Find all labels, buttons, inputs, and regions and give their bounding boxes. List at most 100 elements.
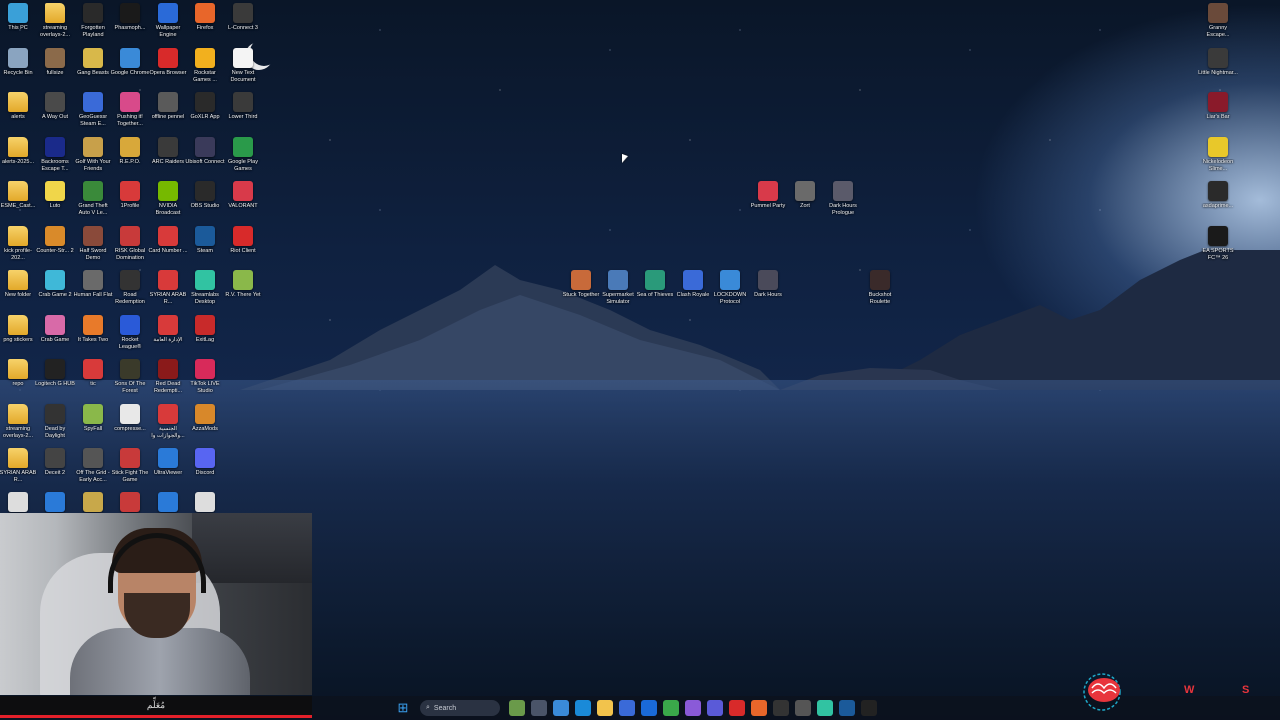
desktop-icon[interactable]: TikTok LIVE Studio <box>187 359 223 395</box>
chrome-icon[interactable] <box>663 700 679 716</box>
desktop-icon[interactable]: Red Dead Redempti... <box>150 359 186 395</box>
desktop-icon[interactable]: alerts <box>0 92 36 121</box>
desktop-icon[interactable] <box>37 492 73 512</box>
desktop-icon[interactable]: Liar's Bar <box>1200 92 1236 121</box>
firefox-icon[interactable] <box>751 700 767 716</box>
desktop-icon[interactable]: Human Fall Flat <box>74 270 112 299</box>
desktop-icon[interactable]: Steam <box>187 225 223 255</box>
desktop-icon[interactable]: Grand Theft Auto V Le... <box>75 181 111 217</box>
desktop-icon[interactable]: Google Play Games <box>225 136 261 173</box>
desktop-icon[interactable]: NVIDIA Broadcast <box>150 181 186 217</box>
kick-icon[interactable] <box>861 700 877 716</box>
desktop-icon[interactable]: Lower Third <box>225 92 261 121</box>
desktop-icon[interactable]: Discord <box>187 448 223 477</box>
desktop-icon[interactable]: offline pennel <box>150 92 186 121</box>
desktop-icon[interactable]: Recycle Bin <box>0 47 36 77</box>
desktop-icon[interactable]: This PC <box>0 3 36 32</box>
desktop-icon[interactable]: compresse... <box>112 403 148 433</box>
desktop-icon[interactable]: Stuck Together <box>563 270 599 299</box>
desktop-icon[interactable]: Deceit 2 <box>37 448 73 477</box>
desktop-icon[interactable]: Crab Game <box>37 314 73 344</box>
desktop-icon[interactable]: Forgotten Playland <box>75 3 111 39</box>
desktop-icon[interactable]: Sea of Thieves <box>637 270 673 299</box>
outlook-icon[interactable] <box>641 700 657 716</box>
desktop-icon[interactable]: repo <box>0 359 36 388</box>
desktop-icon[interactable]: Dark Hours <box>750 270 786 299</box>
desktop-icon[interactable]: 1Profile <box>112 181 148 210</box>
desktop-icon[interactable]: It Takes Two <box>75 314 111 344</box>
desktop-icon[interactable]: L-Connect 3 <box>225 3 261 32</box>
desktop-icon[interactable]: alerts-2025... <box>0 136 36 166</box>
desktop-icon[interactable]: Off The Grid - Early Acc... <box>75 448 111 484</box>
desktop-icon[interactable]: Buckshot Roulette <box>862 270 898 306</box>
desktop-icon[interactable]: Luto <box>37 181 73 210</box>
desktop-icon[interactable]: streaming overlays-2... <box>0 403 36 440</box>
desktop-icon[interactable]: Logitech G HUB <box>35 359 75 388</box>
task-view-icon[interactable] <box>531 700 547 716</box>
desktop-icon[interactable]: Granny Escape... <box>1200 3 1236 39</box>
desktop-icon[interactable]: Backrooms Escape T... <box>37 136 73 173</box>
desktop-icon[interactable] <box>112 492 148 512</box>
desktop-icon[interactable]: Supermarket Simulator <box>600 270 636 306</box>
desktop-icon[interactable]: Gang Beasts <box>75 47 111 77</box>
desktop-icon[interactable]: Dark Hours Prologue <box>825 181 861 217</box>
desktop-icon[interactable]: Card Number ... <box>148 225 188 255</box>
desktop-icon[interactable]: Rockstar Games ... <box>187 47 223 84</box>
desktop-icon[interactable]: kick profile-202... <box>0 225 36 262</box>
desktop-icon[interactable]: UltraViewer <box>150 448 186 477</box>
weather-icon[interactable] <box>509 700 525 716</box>
desktop-icon[interactable]: الإدارة العامة <box>150 314 186 344</box>
desktop-icon[interactable]: New Text Document <box>225 47 261 84</box>
desktop-icon[interactable]: Rocket League® <box>112 314 148 351</box>
store-icon[interactable] <box>619 700 635 716</box>
desktop-icon[interactable]: Google Chrome <box>111 47 149 77</box>
desktop-icon[interactable]: Riot Client <box>225 225 261 255</box>
desktop-icon[interactable]: SYRIAN ARAB R... <box>0 448 36 484</box>
desktop-icon[interactable]: Counter-Str... 2 <box>36 225 74 255</box>
desktop-icon[interactable]: Crab Game 2 <box>37 270 73 299</box>
streamlabs-icon[interactable] <box>817 700 833 716</box>
desktop-icon[interactable]: GoXLR App <box>187 92 223 121</box>
desktop-icon[interactable]: R.E.P.O. <box>112 136 148 166</box>
desktop-icon[interactable]: ARC Raiders <box>150 136 186 166</box>
desktop-icon[interactable]: tic <box>75 359 111 388</box>
copilot-icon[interactable] <box>553 700 569 716</box>
desktop-icon[interactable]: الجنسية والجوازات وا... <box>150 403 186 440</box>
desktop-icon[interactable]: png stickers <box>0 314 36 344</box>
desktop-icon[interactable]: Golf With Your Friends <box>75 136 111 173</box>
desktop-icon[interactable]: Clash Royale <box>675 270 711 299</box>
desktop-icon[interactable]: RISK Global Domination <box>112 225 148 262</box>
desktop-icon[interactable]: Pushing it! Together... <box>112 92 148 128</box>
desktop-icon[interactable]: Stick Fight The Game <box>112 448 148 484</box>
desktop-icon[interactable]: Streamlabs Desktop <box>187 270 223 306</box>
desktop-icon[interactable]: SYRIAN ARAB R... <box>150 270 186 306</box>
goxlr-icon[interactable] <box>773 700 789 716</box>
desktop-icon[interactable]: Sons Of The Forest <box>112 359 148 395</box>
spotify-like-icon[interactable] <box>685 700 701 716</box>
desktop-icon[interactable]: New folder <box>0 270 36 299</box>
desktop-icon[interactable]: OBS Studio <box>187 181 223 210</box>
file-explorer-icon[interactable] <box>597 700 613 716</box>
desktop-icon[interactable]: A Way Out <box>37 92 73 121</box>
start-button[interactable]: ⊞ <box>395 700 411 716</box>
desktop-icon[interactable]: Firefox <box>187 3 223 32</box>
desktop-icon[interactable] <box>187 492 223 512</box>
desktop-icon[interactable]: ExitLag <box>187 314 223 344</box>
desktop-icon[interactable]: streaming overlays-2... <box>37 3 73 39</box>
desktop-icon[interactable]: Zort <box>787 181 823 210</box>
desktop-icon[interactable]: fullsize <box>37 47 73 77</box>
desktop-icon[interactable]: Little Nightmar... <box>1198 47 1238 77</box>
desktop-icon[interactable]: asdaprime... <box>1200 181 1236 210</box>
desktop-icon[interactable]: VALORANT <box>225 181 261 210</box>
desktop-icon[interactable]: ESME_Cast... <box>0 181 36 210</box>
desktop-icon[interactable]: EA SPORTS FC™ 26 <box>1200 225 1236 262</box>
desktop-icon[interactable]: Nickelodeon Slime... <box>1200 136 1236 173</box>
desktop-icon[interactable]: Wallpaper Engine <box>150 3 186 39</box>
desktop-icon[interactable]: Half Sword Demo <box>75 225 111 262</box>
desktop-icon[interactable]: Dead by Daylight <box>37 403 73 440</box>
desktop-icon[interactable]: LOCKDOWN Protocol <box>712 270 748 306</box>
desktop-icon[interactable]: Ubisoft Connect <box>185 136 225 166</box>
desktop-icon[interactable]: Phasmoph... <box>112 3 148 32</box>
settings-icon[interactable] <box>795 700 811 716</box>
desktop-icon[interactable] <box>0 492 36 512</box>
